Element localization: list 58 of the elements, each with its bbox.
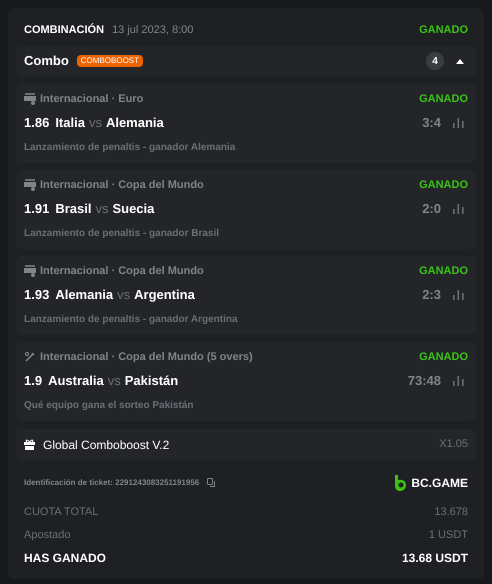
match-score: 73:48 xyxy=(408,372,441,390)
away-team: Suecia xyxy=(112,200,154,218)
home-team: Australia xyxy=(48,372,104,390)
odds-value: 1.91 xyxy=(24,200,50,218)
market-selection: Lanzamiento de penaltis - ganador Brasil xyxy=(24,227,220,241)
versus-label: vs xyxy=(117,286,130,304)
summary-value: 13.68 USDT xyxy=(402,550,468,567)
boost-label: Global Comboboost V.2 xyxy=(43,436,170,454)
market-selection: Qué equipo gana el sorteo Pakistán xyxy=(24,399,194,413)
gift-icon xyxy=(24,439,35,450)
league-name: Internacional · Copa del Mundo xyxy=(40,178,204,193)
bet-status: GANADO xyxy=(419,22,468,38)
home-team: Alemania xyxy=(55,286,114,304)
home-team: Italia xyxy=(55,114,85,132)
away-team: Alemania xyxy=(106,114,164,132)
stats-icon[interactable] xyxy=(453,118,464,128)
combo-title: Combo xyxy=(24,52,69,70)
ticket-id: Identificación de ticket: 2291243083251191956 xyxy=(24,477,200,489)
bet-type: COMBINACIÓN xyxy=(24,22,104,38)
brand-name: BC.GAME xyxy=(411,475,468,492)
cricket-bat-icon xyxy=(24,351,36,363)
leg-count: 4 xyxy=(426,52,444,70)
market-selection: Lanzamiento de penaltis - ganador Alemania xyxy=(24,141,236,155)
match-score: 3:4 xyxy=(422,114,441,132)
versus-label: vs xyxy=(95,200,108,218)
summary-label: Apostado xyxy=(24,528,70,542)
league-name: Internacional · Euro xyxy=(40,92,144,107)
versus-label: vs xyxy=(88,114,102,132)
boost-multiplier: X1.05 xyxy=(439,437,468,452)
copy-icon[interactable] xyxy=(207,478,218,488)
leg-status: GANADO xyxy=(419,350,468,365)
summary-label: HAS GANADO xyxy=(24,550,106,567)
match-score: 2:0 xyxy=(422,200,441,218)
odds-value: 1.9 xyxy=(24,372,42,390)
comboboost-badge: COMBOBOOST xyxy=(76,55,144,67)
stats-icon[interactable] xyxy=(453,204,464,214)
summary-value: 1 USDT xyxy=(428,528,468,542)
home-team: Brasil xyxy=(55,200,92,218)
stats-icon[interactable] xyxy=(453,376,464,386)
stats-icon[interactable] xyxy=(453,290,464,300)
leg-status: GANADO xyxy=(419,178,468,193)
versus-label: vs xyxy=(108,372,121,390)
odds-value: 1.86 xyxy=(24,114,50,132)
summary-label: CUOTA TOTAL xyxy=(24,505,98,520)
market-selection: Lanzamiento de penaltis - ganador Argentina xyxy=(24,313,239,327)
brand-logo-icon xyxy=(394,475,408,491)
leg-status: GANADO xyxy=(419,264,468,279)
leg-status: GANADO xyxy=(419,92,468,107)
bet-date: 13 jul 2023, 8:00 xyxy=(112,22,194,38)
league-name: Internacional · Copa del Mundo (5 overs) xyxy=(40,350,253,365)
caret-icon[interactable] xyxy=(456,58,464,64)
away-team: Argentina xyxy=(134,286,195,304)
summary-value: 13.678 xyxy=(434,505,468,520)
away-team: Pakistán xyxy=(124,372,178,390)
match-score: 2:3 xyxy=(422,286,441,304)
odds-value: 1.93 xyxy=(24,286,50,304)
combo-header[interactable]: Combo COMBOBOOST 4 xyxy=(16,46,476,76)
league-name: Internacional · Copa del Mundo xyxy=(40,264,204,279)
